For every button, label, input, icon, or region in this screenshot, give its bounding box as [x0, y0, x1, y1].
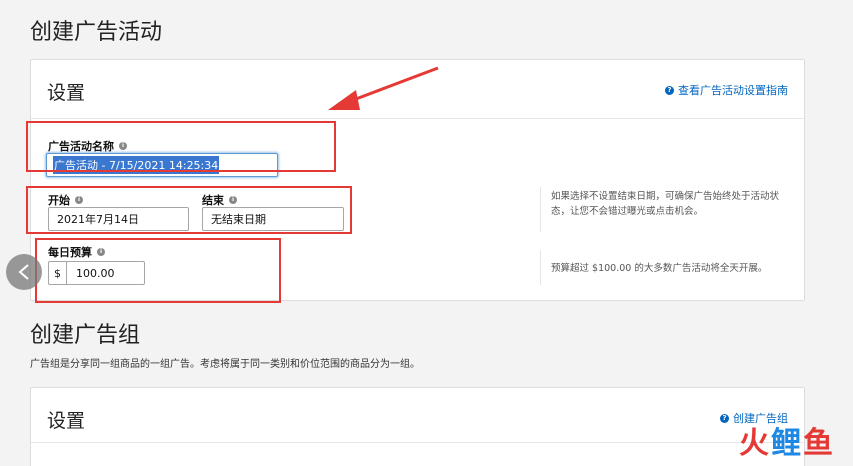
settings-guide-link[interactable]: ? 查看广告活动设置指南 — [665, 82, 788, 98]
campaign-name-label: 广告活动名称 i — [48, 138, 127, 154]
end-date-value: 无结束日期 — [211, 213, 266, 226]
end-date-label: 结束 i — [202, 192, 237, 208]
help-icon: ? — [720, 413, 729, 423]
annotation-arrow — [328, 66, 439, 110]
daily-budget-value: 100.00 — [76, 266, 115, 280]
ad-group-settings-card: 设置 ? 创建广告组 — [30, 387, 805, 466]
daily-budget-input[interactable]: $ 100.00 — [48, 261, 145, 285]
budget-hint: 预算超过 $100.00 的大多数广告活动将全天开展。 — [551, 263, 768, 274]
divider — [540, 187, 541, 232]
info-icon[interactable]: i — [97, 248, 105, 256]
start-date-value: 2021年7月14日 — [57, 213, 139, 226]
watermark-logo: 火 鲤 鱼 — [739, 418, 833, 462]
ad-group-section-description: 广告组是分享同一组商品的一组广告。考虑将属于同一类别和价位范围的商品分为一组。 — [30, 359, 420, 370]
daily-budget-label: 每日预算 i — [48, 244, 105, 260]
page-title: 创建广告活动 — [30, 20, 163, 45]
campaign-name-input[interactable]: 广告活动 - 7/15/2021 14:25:34 — [46, 153, 278, 177]
info-icon[interactable]: i — [229, 196, 237, 204]
previous-slide-button[interactable] — [6, 254, 42, 290]
info-icon[interactable]: i — [119, 142, 127, 150]
divider — [540, 250, 541, 285]
end-date-input[interactable]: 无结束日期 — [202, 207, 344, 231]
campaign-name-value: 广告活动 - 7/15/2021 14:25:34 — [53, 156, 220, 174]
start-date-label: 开始 i — [48, 192, 83, 208]
card-title: 设置 — [47, 410, 86, 432]
watermark-char: 鱼 — [803, 426, 833, 461]
card-header: 设置 ? 创建广告组 — [31, 388, 804, 443]
info-icon[interactable]: i — [75, 196, 83, 204]
help-icon: ? — [665, 85, 674, 95]
watermark-char: 鲤 — [771, 426, 801, 461]
start-date-input[interactable]: 2021年7月14日 — [48, 207, 189, 231]
settings-guide-link-label: 查看广告活动设置指南 — [678, 84, 788, 97]
watermark-char: 火 — [739, 426, 769, 461]
card-title: 设置 — [47, 82, 86, 104]
chevron-left-icon — [18, 264, 29, 280]
ad-group-section-title: 创建广告组 — [30, 323, 141, 348]
currency-symbol: $ — [49, 262, 67, 284]
end-date-hint: 如果选择不设置结束日期，可确保广告始终处于活动状态，让您不会错过曝光或点击机会。 — [551, 191, 780, 217]
